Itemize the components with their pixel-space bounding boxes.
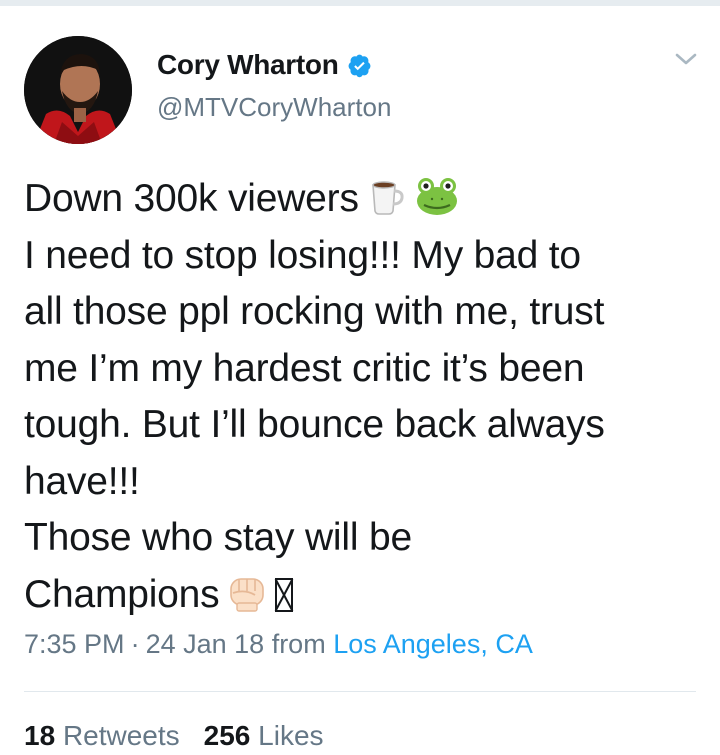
author-handle[interactable]: @MTVCoryWharton	[157, 92, 391, 123]
tweet-text-line: tough. But I’ll bounce back always	[24, 403, 605, 446]
retweets-label: Retweets	[62, 720, 180, 751]
author-name-row[interactable]: Cory Wharton	[157, 48, 372, 82]
likes-count: 256	[203, 720, 251, 751]
tweet-text: Down 300k viewers I need to stop losing!…	[24, 171, 704, 623]
likes-label: Likes	[258, 720, 324, 751]
tweet-text-line: Those who stay will be	[24, 516, 412, 559]
tweet-text-line: I need to stop losing!!! My bad to	[24, 233, 581, 277]
retweets-count: 18	[24, 720, 56, 751]
verified-badge-icon	[347, 53, 372, 78]
tweet-text-line: Down 300k viewers	[24, 171, 704, 228]
tweet-stats: 18 Retweets 256 Likes	[24, 720, 348, 752]
from-label: from	[271, 629, 326, 659]
tweet-text-line: all those ppl rocking with me, trust	[24, 290, 605, 333]
frog-icon	[415, 173, 459, 217]
tweet-text-line: Champions	[24, 567, 704, 624]
tweet-text-line: me I’m my hardest critic it’s been	[24, 346, 585, 390]
chevron-down-icon[interactable]	[674, 50, 698, 68]
raised-fist-icon	[225, 569, 269, 613]
tweet-timestamp: 7:35 PM · 24 Jan 18 from Los Angeles, CA	[24, 629, 533, 659]
unsupported-glyph-icon	[275, 577, 294, 612]
display-name[interactable]: Cory Wharton	[157, 49, 339, 81]
retweets-stat[interactable]: 18 Retweets	[24, 720, 180, 751]
coffee-cup-icon	[365, 173, 409, 217]
tweet-text-line: have!!!	[24, 459, 140, 503]
likes-stat[interactable]: 256 Likes	[204, 720, 324, 751]
tweet-time[interactable]: 7:35 PM	[24, 629, 125, 659]
tweet-detail: Cory Wharton @MTVCoryWharton Down 300k v…	[0, 6, 720, 755]
stats-divider	[24, 691, 696, 692]
location-link[interactable]: Los Angeles, CA	[333, 629, 533, 659]
tweet-date[interactable]: 24 Jan 18	[146, 629, 265, 659]
avatar[interactable]	[24, 36, 132, 144]
